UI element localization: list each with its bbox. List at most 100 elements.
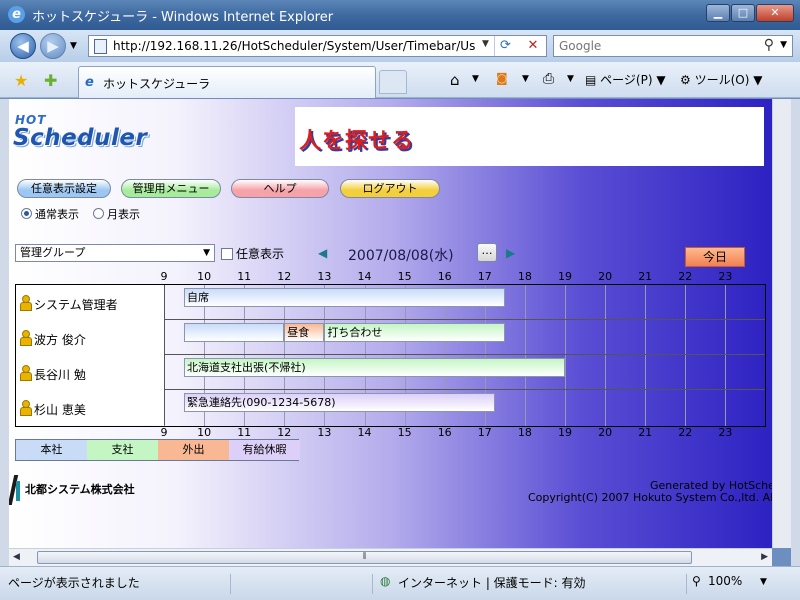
legend: 本社 支社 外出 有給休暇	[15, 439, 300, 461]
next-day-button[interactable]: ▶	[506, 246, 515, 260]
legend-gaishutsu: 外出	[158, 440, 229, 460]
person-icon	[20, 365, 32, 381]
radio-month-label: 月表示	[107, 208, 140, 221]
tab-hotscheduler[interactable]: e ホットスケジューラ	[78, 66, 376, 98]
hour-label: 20	[598, 270, 613, 283]
help-button[interactable]: ヘルプ	[231, 179, 329, 198]
page-menu[interactable]: ▤ ページ(P) ▼	[585, 71, 666, 88]
title-bar: e ホットスケジューラ - Windows Internet Explorer …	[0, 0, 800, 30]
zoom-dropdown-icon[interactable]: ▼	[760, 577, 767, 587]
hour-label: 16	[437, 270, 452, 283]
hotscheduler-logo[interactable]: HOT Scheduler	[13, 111, 163, 157]
zoom-level[interactable]: 100%	[708, 574, 742, 588]
hour-label: 15	[397, 270, 412, 283]
maximize-button[interactable]: □	[731, 4, 755, 22]
address-bar[interactable]: http://192.168.11.26/HotScheduler/System…	[88, 35, 547, 57]
schedule-bar[interactable]: 緊急連絡先(090-1234-5678)	[184, 393, 495, 412]
tab-ie-icon: e	[85, 75, 94, 90]
close-button[interactable]: ✕	[756, 4, 794, 22]
today-button[interactable]: 今日	[685, 247, 745, 267]
favorites-star-icon[interactable]: ★	[14, 71, 28, 90]
custom-display-settings-button[interactable]: 任意表示設定	[17, 179, 111, 198]
hour-label: 17	[477, 270, 492, 283]
new-tab-button[interactable]	[379, 70, 407, 94]
hour-label: 15	[397, 426, 412, 439]
horizontal-scrollbar[interactable]: ◀ ⦀ ▶	[9, 548, 772, 566]
hour-label: 23	[718, 426, 733, 439]
prev-day-button[interactable]: ◀	[318, 246, 327, 260]
zoom-icon: ⚲	[692, 574, 701, 588]
feeds-dropdown-icon[interactable]: ▼	[522, 74, 529, 84]
hour-label: 22	[678, 270, 693, 283]
schedule-bar[interactable]: 昼食	[284, 323, 325, 342]
member-name: 波方 俊介	[34, 333, 86, 347]
window-title: ホットスケジューラ - Windows Internet Explorer	[32, 10, 334, 25]
forward-button[interactable]: ▶	[40, 33, 66, 59]
history-dropdown-icon[interactable]: ▼	[70, 41, 77, 51]
hour-label: 17	[477, 426, 492, 439]
address-dropdown-icon[interactable]: ▼	[482, 39, 489, 49]
schedule-row: 波方 俊介 昼食 打ち合わせ	[16, 320, 765, 355]
print-dropdown-icon[interactable]: ▼	[567, 74, 574, 84]
checkbox-icon	[221, 248, 233, 260]
refresh-icon[interactable]: ⟳	[500, 38, 511, 53]
member-name-cell[interactable]: 杉山 恵美	[16, 390, 165, 425]
schedule-bar[interactable]: 北海道支社出張(不帰社)	[184, 358, 565, 377]
any-display-checkbox[interactable]: 任意表示	[221, 245, 284, 262]
schedule-bar[interactable]: 打ち合わせ	[324, 323, 505, 342]
page-content: HOT Scheduler 人を探せる 任意表示設定 管理用メニュー ヘルプ ロ…	[9, 99, 772, 548]
radio-normal-label: 通常表示	[35, 208, 79, 221]
add-favorites-icon[interactable]: ✚	[44, 71, 57, 90]
legend-shisha: 支社	[87, 440, 158, 460]
member-name: システム管理者	[34, 298, 118, 312]
hour-label: 21	[638, 426, 653, 439]
status-bar: ページが表示されました ◍ インターネット | 保護モード: 有効 ⚲ 100%…	[0, 566, 800, 600]
tools-menu[interactable]: ⚙ ツール(O) ▼	[680, 71, 762, 88]
hour-label: 9	[160, 426, 168, 439]
hour-label: 22	[678, 426, 693, 439]
schedule-bar[interactable]	[184, 323, 285, 342]
status-text: ページが表示されました	[8, 576, 140, 590]
minimize-button[interactable]: ▁	[706, 4, 730, 22]
home-icon[interactable]: ⌂	[450, 71, 460, 89]
page-icon	[94, 39, 107, 54]
scroll-thumb[interactable]: ⦀	[37, 551, 692, 564]
scroll-left-icon[interactable]: ◀	[13, 552, 20, 562]
hour-label: 12	[277, 426, 292, 439]
schedule-bar[interactable]: 自席	[184, 288, 505, 307]
navigation-bar: ◀ ▶ ▼ http://192.168.11.26/HotScheduler/…	[0, 30, 800, 62]
page-menu-label: ページ(P)	[600, 73, 653, 87]
search-dropdown-icon[interactable]: ▼	[780, 40, 787, 50]
hour-label: 19	[558, 426, 572, 439]
group-select[interactable]: 管理グループ ▼	[15, 244, 215, 262]
company-logo[interactable]: 北都システム株式会社	[11, 475, 135, 505]
member-name-cell[interactable]: 波方 俊介	[16, 320, 165, 355]
footer-credits: Generated by HotSchedu Copyright(C) 2007…	[528, 480, 772, 504]
logout-button[interactable]: ログアウト	[340, 179, 440, 198]
hour-label: 10	[197, 270, 212, 283]
radio-normal-view[interactable]: 通常表示	[21, 206, 79, 222]
search-box[interactable]: ⚲ ▼	[553, 35, 793, 57]
tools-menu-label: ツール(O)	[694, 73, 750, 87]
current-date: 2007/08/08(水)	[348, 248, 454, 264]
search-icon[interactable]: ⚲	[764, 37, 774, 53]
address-url[interactable]: http://192.168.11.26/HotScheduler/System…	[113, 39, 493, 53]
hour-label: 19	[558, 270, 572, 283]
scroll-right-icon[interactable]: ▶	[761, 552, 768, 562]
search-input[interactable]	[559, 37, 739, 55]
calendar-button[interactable]: …	[477, 243, 497, 262]
stop-icon[interactable]: ✕	[523, 37, 543, 55]
back-button[interactable]: ◀	[10, 33, 36, 59]
home-dropdown-icon[interactable]: ▼	[472, 74, 479, 84]
legend-honsha: 本社	[16, 440, 87, 460]
member-name-cell[interactable]: 長谷川 勉	[16, 355, 165, 390]
hour-label: 23	[718, 270, 733, 283]
gear-icon: ⚙	[680, 73, 695, 87]
member-name-cell[interactable]: システム管理者	[16, 285, 165, 320]
print-icon[interactable]: ⎙	[543, 71, 554, 87]
security-zone[interactable]: インターネット | 保護モード: 有効	[398, 574, 586, 591]
radio-month-view[interactable]: 月表示	[93, 206, 140, 222]
admin-menu-button[interactable]: 管理用メニュー	[121, 179, 221, 198]
vertical-scrollbar[interactable]	[772, 99, 791, 548]
feeds-icon[interactable]: ◙	[496, 71, 508, 85]
